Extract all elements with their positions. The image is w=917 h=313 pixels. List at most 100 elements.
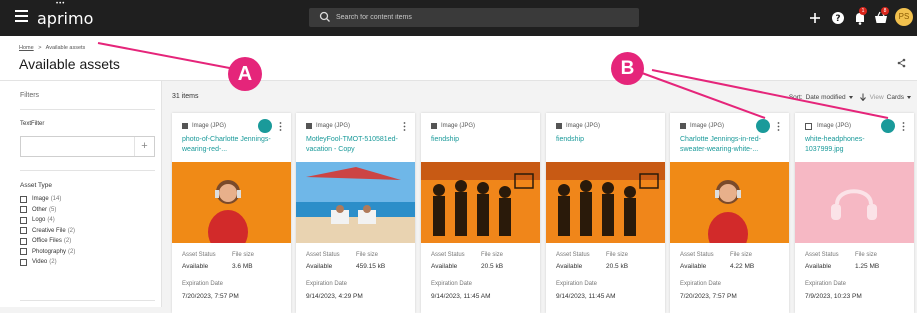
file-size-value: 4.22 MB [730,263,755,270]
image-file-icon [306,123,312,129]
results-area: 31 items Sort: Date modified View Cards … [162,81,917,313]
asset-status-label: Asset Status [556,252,590,258]
asset-thumbnail[interactable] [795,162,914,243]
asset-type: Image (JPG) [306,123,350,129]
asset-type: Image (JPG) [817,123,851,129]
asset-title-link[interactable]: photo-of-Charlotte Jennings-wearing-red-… [182,135,277,155]
asset-title-link[interactable]: Charlotte Jennings-in-red-sweater-wearin… [680,135,775,155]
asset-card[interactable]: Image (JPG) MotleyFool-TMOT-510581ed-vac… [296,113,415,313]
checkbox[interactable] [20,227,27,235]
asset-title-link[interactable]: fiendship [431,135,526,145]
asset-type-item[interactable]: Office Files (2) [20,236,75,247]
menu-icon[interactable] [15,10,28,22]
asset-card[interactable]: Image (JPG) white-headphones-1037999.jpg… [795,113,914,313]
notification-badge: 1 [859,7,867,15]
asset-thumbnail[interactable] [670,162,789,243]
asset-type-item[interactable]: Photography (2) [20,247,75,258]
textfilter-input[interactable] [21,137,133,156]
view-select[interactable]: Cards [887,94,904,101]
asset-type-item[interactable]: Other (5) [20,205,75,216]
logo-dots: ••• [56,1,66,7]
asset-type: Image (JPG) [680,123,724,129]
asset-type-item[interactable]: Image (14) [20,194,75,205]
share-icon[interactable] [897,58,906,68]
asset-type-item[interactable]: Logo (4) [20,215,75,226]
avatar[interactable]: PS [895,8,913,26]
image-file-icon [680,123,686,129]
chevron-down-icon[interactable] [848,95,853,99]
chevron-down-icon[interactable] [907,95,911,99]
asset-status-value: Available [680,263,707,270]
asset-type-label: Creative File [32,227,66,234]
page-title: Available assets [19,56,120,72]
image-file-icon [556,123,562,129]
asset-type-label: Logo [32,217,46,224]
view-prefix: View [869,93,884,101]
image-file-icon [431,123,437,129]
asset-card[interactable]: Image (JPG) fiendship Asset Status File … [546,113,665,313]
checkbox[interactable] [20,237,27,245]
page-header: Home > Available assets Available assets [0,36,917,81]
more-icon[interactable] [902,122,905,131]
file-size-value: 1.25 MB [855,263,880,270]
expiration-date-label: Expiration Date [431,281,473,287]
search-bar[interactable] [309,8,639,27]
checkbox[interactable] [20,258,27,266]
workspace-icon[interactable] [756,119,770,133]
asset-thumbnail[interactable] [172,162,291,243]
more-icon[interactable] [279,122,282,131]
checkbox[interactable] [20,248,27,256]
textfilter-add-button[interactable]: + [134,137,154,156]
add-icon[interactable] [807,10,823,26]
select-checkbox[interactable] [805,123,812,130]
checkbox[interactable] [20,195,27,203]
expiration-date-value: 7/20/2023, 7:57 PM [182,293,239,300]
asset-title-link[interactable]: white-headphones-1037999.jpg [805,135,900,155]
asset-type-item[interactable]: Video (2) [20,257,75,268]
file-size-label: File size [855,252,878,258]
asset-card[interactable]: Image (JPG) photo-of-Charlotte Jennings-… [172,113,291,313]
file-size-label: File size [730,252,753,258]
sort-select[interactable]: Date modified [806,94,846,101]
app-logo[interactable]: aprimo [37,9,93,28]
filter-sidebar: Filters TextFilter + Asset Type Image (14… [0,81,162,307]
search-input[interactable] [336,8,626,27]
file-size-value: 459.15 kB [356,263,386,270]
asset-type-count: (2) [63,238,72,245]
asset-status-value: Available [805,263,832,270]
asset-type-label: Image (JPG) [817,123,852,129]
expiration-date-value: 7/9/2023, 10:23 PM [805,293,862,300]
items-count: 31 items [172,93,199,100]
breadcrumb-home-link[interactable]: Home [19,45,34,51]
asset-type-count: (2) [67,227,76,234]
asset-status-label: Asset Status [680,252,714,258]
checkbox[interactable] [20,216,27,224]
asset-thumbnail[interactable] [296,162,415,243]
asset-type-item[interactable]: Creative File (2) [20,226,75,237]
workspace-icon[interactable] [881,119,895,133]
checkbox[interactable] [20,206,27,214]
asset-type-count: (2) [49,259,57,266]
help-icon[interactable]: ? [830,10,846,26]
file-size-label: File size [232,252,255,258]
asset-card[interactable]: Image (JPG) Charlotte Jennings-in-red-sw… [670,113,789,313]
asset-thumbnail[interactable] [421,162,540,243]
asset-type-label: Image (JPG) [192,123,227,129]
workspace-icon[interactable] [258,119,272,133]
asset-type-label: Image (JPG) [566,123,601,129]
asset-card[interactable]: Image (JPG) fiendship Asset Status File … [421,113,540,313]
file-size-value: 3.6 MB [232,263,253,270]
sort-direction-icon[interactable] [859,93,867,101]
asset-type: Image (JPG) [556,123,600,129]
asset-title-link[interactable]: MotleyFool-TMOT-510581ed-vacation - Copy [306,135,401,155]
asset-thumbnail[interactable] [546,162,665,243]
asset-type-label: Video [32,259,48,266]
asset-status-value: Available [556,263,583,270]
asset-title-link[interactable]: fiendship [556,135,651,145]
file-size-label: File size [606,252,629,258]
expiration-date-value: 9/14/2023, 11:45 AM [431,293,491,300]
asset-type-count: (2) [68,248,76,255]
more-icon[interactable] [777,122,780,131]
image-file-icon [182,123,188,129]
more-icon[interactable] [403,122,406,131]
